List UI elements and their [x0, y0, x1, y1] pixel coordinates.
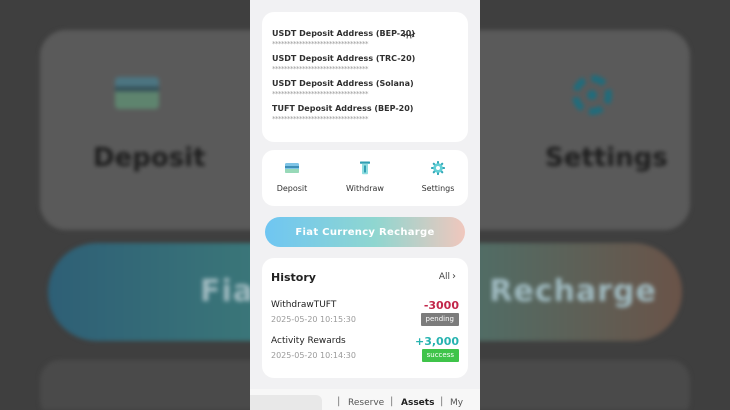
nav-divider: |	[337, 396, 341, 407]
address-label: USDT Deposit Address (TRC-20)	[272, 54, 416, 63]
transaction-time: 2025-05-20 10:15:30	[271, 315, 356, 324]
history-all-link[interactable]: All ›	[439, 271, 456, 282]
address-row[interactable]: USDT Deposit Address (Solana) **********…	[272, 79, 458, 98]
nav-divider: |	[390, 396, 394, 407]
address-masked-value: ********************************	[272, 40, 369, 48]
history-title: History	[271, 271, 316, 284]
nav-my[interactable]: My	[450, 398, 463, 408]
transaction-amount: -3000	[423, 299, 459, 312]
transaction-amount: +3,000	[414, 335, 459, 348]
history-all-label: All	[438, 272, 450, 282]
card-icon	[285, 163, 299, 173]
address-masked-value: ********************************	[272, 65, 369, 73]
address-label: USDT Deposit Address (BEP-20)	[272, 29, 415, 38]
hide-eye-icon[interactable]	[402, 31, 416, 39]
transaction-name: WithdrawTUFT	[271, 300, 337, 310]
address-label: USDT Deposit Address (Solana)	[272, 79, 414, 88]
withdraw-action-label: Withdraw	[346, 184, 384, 193]
nav-divider: |	[440, 396, 444, 407]
address-row[interactable]: USDT Deposit Address (BEP-20) **********…	[272, 29, 458, 48]
deposit-action-button[interactable]: Deposit	[262, 160, 322, 193]
transaction-time: 2025-05-20 10:14:30	[271, 351, 356, 360]
transaction-name: Activity Rewards	[271, 336, 346, 346]
background-gear-icon	[572, 75, 612, 115]
address-row[interactable]: TUFT Deposit Address (BEP-20) **********…	[272, 104, 458, 123]
background-deposit-label: Deposit	[93, 143, 206, 173]
deposit-addresses-card: USDT Deposit Address (BEP-20) **********…	[262, 12, 468, 142]
address-row[interactable]: USDT Deposit Address (TRC-20) **********…	[272, 54, 458, 73]
nav-reserve[interactable]: Reserve	[348, 398, 384, 408]
status-badge: pending	[420, 313, 459, 326]
deposit-action-label: Deposit	[276, 184, 308, 193]
withdraw-action-button[interactable]: Withdraw	[335, 160, 395, 193]
quick-actions-card: Deposit Withdraw Settings	[262, 150, 468, 206]
withdraw-icon	[360, 161, 370, 175]
history-card: History All › WithdrawTUFT 2025-05-20 10:…	[262, 258, 468, 378]
settings-action-label: Settings	[421, 184, 455, 193]
background-settings-label: Settings	[545, 143, 668, 173]
fiat-currency-recharge-button[interactable]: Fiat Currency Recharge	[265, 217, 465, 247]
gear-icon	[431, 161, 445, 175]
nav-assets[interactable]: Assets	[401, 398, 434, 408]
address-masked-value: ********************************	[272, 115, 369, 123]
address-masked-value: ********************************	[272, 90, 369, 98]
background-card-icon	[115, 77, 159, 109]
address-label: TUFT Deposit Address (BEP-20)	[272, 104, 414, 113]
status-badge: success	[421, 349, 459, 362]
phone-screen: USDT Deposit Address (BEP-20) **********…	[250, 0, 480, 410]
bottom-left-strip	[250, 395, 322, 410]
chevron-right-icon: ›	[452, 271, 456, 282]
settings-action-button[interactable]: Settings	[408, 160, 468, 193]
